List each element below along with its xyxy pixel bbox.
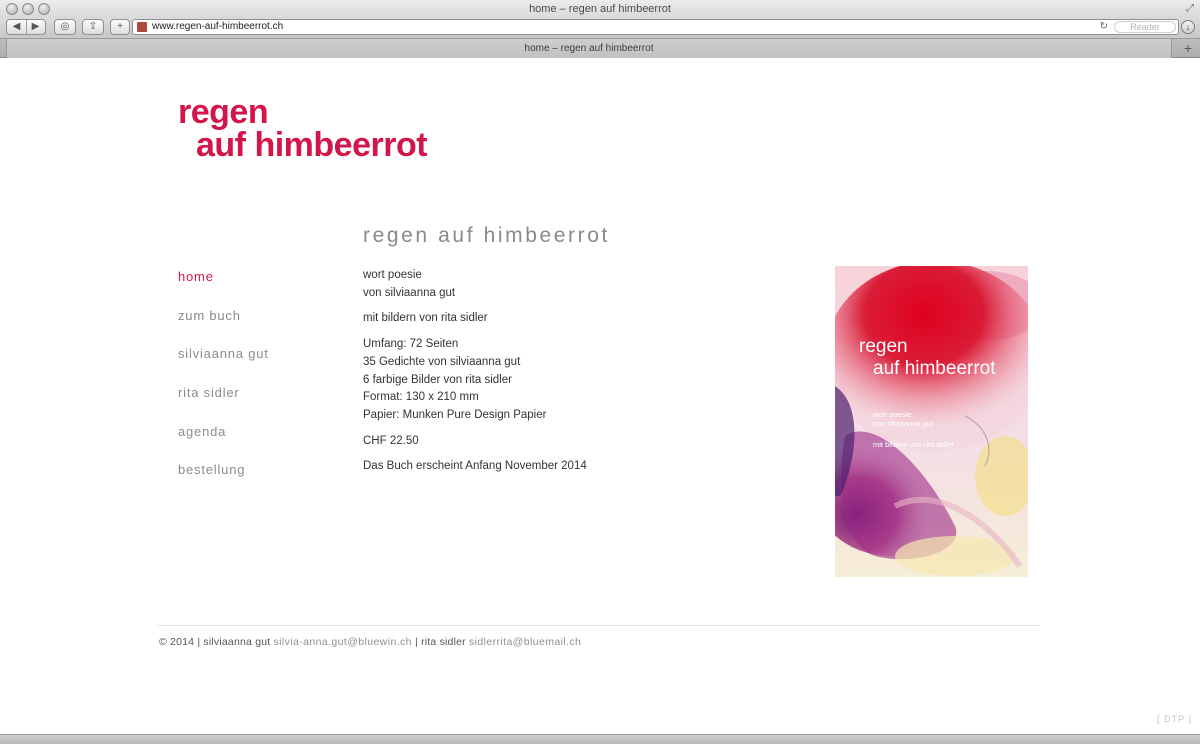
logo-line-2: auf himbeerrot (196, 126, 428, 164)
share-icon[interactable]: ⇪ (82, 19, 104, 35)
nav-item-agenda[interactable]: agenda (178, 423, 269, 462)
new-tab-icon[interactable]: + (1184, 40, 1192, 56)
window-title: home – regen auf himbeerrot (529, 3, 671, 15)
release-note: Das Buch erscheint Anfang November 2014 (363, 460, 587, 473)
close-window-icon[interactable] (6, 3, 18, 15)
fullscreen-icon[interactable]: ⤢ (1186, 3, 1194, 15)
footer: © 2014 | silviaanna gut silvia-anna.gut@… (159, 636, 581, 648)
main-content: wort poesie von silviaanna gut mit bilde… (363, 267, 587, 484)
window-titlebar: home – regen auf himbeerrot ⤢ (0, 0, 1200, 18)
cover-subtitle-2: von silviaanna gut (873, 419, 934, 428)
nav-item-home[interactable]: home (178, 268, 269, 307)
cover-subtitle-1: wort poesie (873, 410, 912, 419)
nav-item-rita-sidler[interactable]: rita sidler (178, 384, 269, 423)
download-icon[interactable]: ↓ (1181, 20, 1195, 34)
add-bookmark-icon[interactable]: + (110, 19, 130, 35)
site-logo[interactable]: regen auf himbeerrot (178, 93, 428, 164)
window-bottom-bar (0, 734, 1200, 744)
cover-title-line-1: regen (859, 336, 908, 357)
footer-separator: | rita sidler (415, 636, 466, 648)
logo-line-1: regen (178, 93, 269, 131)
nav-item-zum-buch[interactable]: zum buch (178, 307, 269, 346)
footer-divider (158, 625, 1040, 626)
intro-line-2: von silviaanna gut (363, 286, 456, 299)
book-cover-image: regen auf himbeerrot wort poesie von sil… (835, 266, 1028, 577)
nav-item-silviaanna-gut[interactable]: silviaanna gut (178, 345, 269, 384)
price: CHF 22.50 (363, 434, 419, 447)
browser-toolbar: ◀ ▶ ◎ ⇪ + www.regen-auf-himbeerrot.ch ↻ R… (0, 18, 1200, 38)
zoom-window-icon[interactable] (38, 3, 50, 15)
reload-icon[interactable]: ↻ (1100, 20, 1108, 34)
detail-line: 6 farbige Bilder von rita sidler (363, 373, 512, 386)
email-link-rita[interactable]: sidlerrita@bluemail.ch (469, 636, 581, 648)
tab-home[interactable]: home – regen auf himbeerrot (6, 39, 1172, 58)
reader-button[interactable]: Reader (1114, 21, 1176, 33)
favicon-icon (137, 22, 147, 32)
back-icon[interactable]: ◀ (7, 20, 26, 34)
detail-line: 35 Gedichte von silviaanna gut (363, 355, 521, 368)
intro-line-1: wort poesie (363, 269, 422, 281)
address-bar[interactable]: www.regen-auf-himbeerrot.ch ↻ Reader (132, 19, 1179, 35)
book-details: Umfang: 72 Seiten 35 Gedichte von silvia… (363, 336, 587, 425)
url-text[interactable]: www.regen-auf-himbeerrot.ch (152, 20, 283, 34)
intro-paragraph: wort poesie von silviaanna gut (363, 267, 587, 302)
cover-title-line-2: auf himbeerrot (873, 358, 996, 379)
nav-item-bestellung[interactable]: bestellung (178, 461, 269, 500)
minimize-window-icon[interactable] (22, 3, 34, 15)
history-icon[interactable]: ◎ (54, 19, 76, 35)
tab-bar: home – regen auf himbeerrot + (0, 38, 1200, 58)
detail-line: Papier: Munken Pure Design Papier (363, 408, 547, 421)
detail-line: Umfang: 72 Seiten (363, 338, 459, 351)
page-title: regen auf himbeerrot (363, 224, 610, 247)
detail-line: Format: 130 x 210 mm (363, 391, 479, 404)
dtp-link[interactable]: [ DTP ] (1157, 714, 1192, 724)
illustrations-paragraph: mit bildern von rita sidler (363, 312, 488, 325)
tab-title: home – regen auf himbeerrot (524, 43, 654, 54)
cover-subtitle-3: mit bildern von rita sidler (873, 440, 955, 449)
footer-copyright: © 2014 | silviaanna gut (159, 636, 271, 648)
back-forward-buttons: ◀ ▶ (6, 19, 46, 35)
email-link-silviaanna[interactable]: silvia-anna.gut@bluewin.ch (274, 636, 412, 648)
main-nav: home zum buch silviaanna gut rita sidler… (178, 268, 269, 500)
web-page: regen auf himbeerrot regen auf himbeerro… (0, 58, 1200, 734)
forward-icon[interactable]: ▶ (26, 20, 45, 34)
